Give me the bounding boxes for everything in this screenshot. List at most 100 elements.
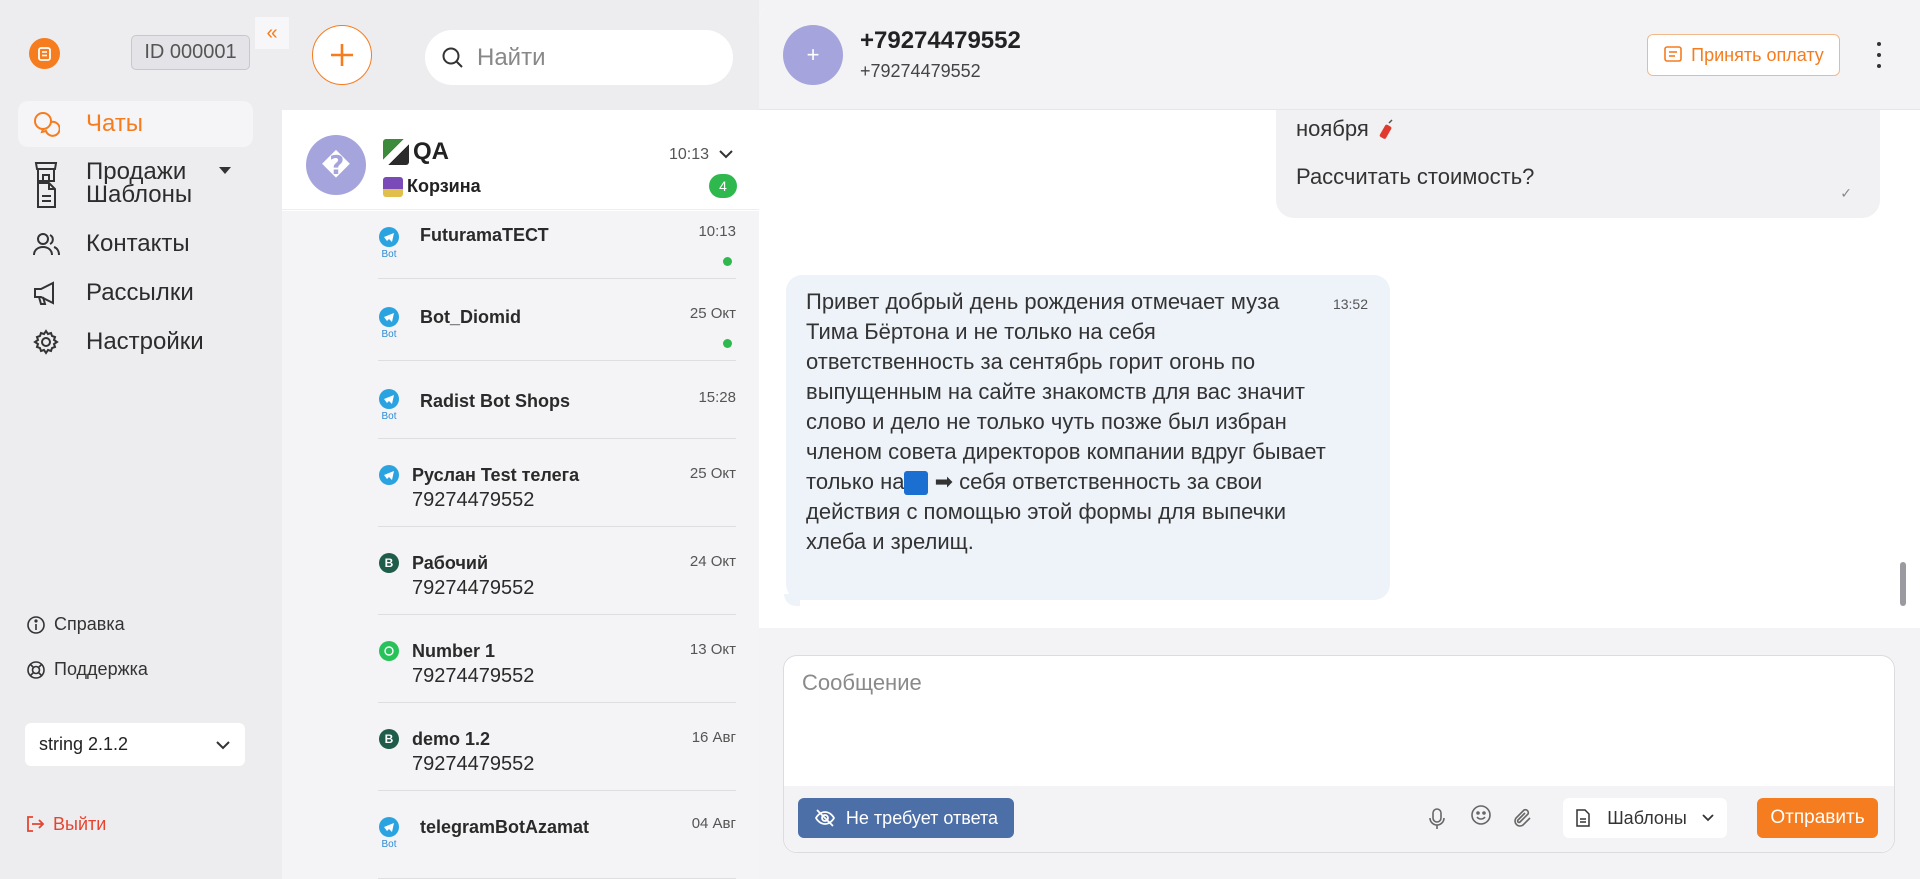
telegram-icon bbox=[379, 227, 399, 247]
sub-chat-list: Bot FuturamaТЕСТ 10:13 Bot Bot_Diomid 25… bbox=[282, 211, 759, 879]
group-time: 10:13 bbox=[668, 146, 709, 163]
nav-item-label: Рассылки bbox=[86, 279, 194, 306]
chat-name: FuturamaТЕСТ bbox=[420, 225, 549, 245]
bot-label: Bot bbox=[381, 329, 397, 340]
chat-time: 25 Окт bbox=[689, 465, 736, 482]
telegram-icon bbox=[379, 389, 399, 409]
chat-group-header[interactable]: � QA Корзина 10:13 4 bbox=[282, 110, 759, 210]
list-item[interactable]: Bot FuturamaТЕСТ 10:13 bbox=[378, 211, 736, 279]
chat-name: Number 1 bbox=[412, 641, 496, 661]
nav-item-mailings[interactable]: Рассылки bbox=[18, 270, 253, 316]
document-icon bbox=[1575, 809, 1593, 827]
list-item[interactable]: Bot telegramBotAzamat 04 Авг bbox=[378, 791, 736, 879]
search-input[interactable] bbox=[477, 43, 697, 72]
chat-phone: 79274479552 bbox=[412, 489, 535, 511]
logout-button[interactable]: Выйти bbox=[25, 813, 106, 835]
sidebar: ID 000001 Чаты Продажи Шаблоны Контакты … bbox=[0, 0, 282, 879]
users-icon bbox=[30, 228, 62, 260]
search-icon bbox=[441, 46, 465, 70]
version-select[interactable]: string 2.1.2 bbox=[25, 723, 245, 766]
no-reply-label: Не требует ответа bbox=[845, 807, 999, 828]
message-text: ноября bbox=[1296, 116, 1369, 141]
search-box[interactable] bbox=[425, 30, 733, 85]
nav-item-settings[interactable]: Настройки bbox=[18, 319, 253, 365]
list-item[interactable]: Руслан Test телега 79274479552 25 Окт bbox=[378, 439, 736, 527]
online-indicator bbox=[723, 257, 732, 266]
chat-time: 24 Окт bbox=[689, 553, 736, 570]
accept-payment-button[interactable]: Принять оплату bbox=[1647, 34, 1840, 76]
app-logo[interactable] bbox=[29, 38, 60, 69]
chat-name: demo 1.2 bbox=[412, 729, 491, 749]
arrow-emoji-icon bbox=[904, 471, 929, 496]
help-label: Справка bbox=[54, 614, 125, 634]
nav-item-templates[interactable]: Шаблоны bbox=[18, 172, 253, 218]
telegram-icon bbox=[379, 817, 399, 837]
templates-label: Шаблоны bbox=[1607, 807, 1687, 828]
more-options-icon[interactable] bbox=[1873, 40, 1885, 70]
message-text: Рассчитать стоимость? bbox=[1296, 164, 1535, 189]
chat-name: Рабочий bbox=[412, 553, 489, 573]
list-item[interactable]: Bot Radist Bot Shops 15:28 bbox=[378, 361, 736, 439]
outgoing-message: ноября Рассчитать стоимость? ✓ bbox=[1276, 110, 1880, 218]
message-line: ноября bbox=[1296, 114, 1860, 144]
chat-time: 13 Окт bbox=[689, 641, 736, 658]
megaphone-icon bbox=[30, 277, 62, 309]
gear-icon bbox=[30, 326, 62, 358]
chat-name: Radist Bot Shops bbox=[420, 391, 571, 411]
group-title: QA bbox=[383, 138, 449, 166]
group-emoji-icon bbox=[383, 139, 409, 165]
chat-pane: + +79274479552 +79274479552 Принять опла… bbox=[759, 0, 1920, 879]
chat-name: Bot_Diomid bbox=[420, 307, 521, 327]
chat-time: 15:28 bbox=[698, 389, 736, 406]
messenger-badge: Bot bbox=[378, 307, 400, 340]
chat-name: Руслан Test телега bbox=[412, 465, 580, 485]
firecracker-emoji-icon bbox=[1375, 119, 1397, 141]
group-subtitle: Корзина bbox=[383, 176, 481, 197]
messenger-badge: Bot bbox=[378, 389, 400, 422]
chat-phone: 79274479552 bbox=[412, 665, 535, 687]
chat-phone: 79274479552 bbox=[412, 753, 535, 775]
microphone-icon[interactable] bbox=[1424, 806, 1450, 832]
nav-item-chats[interactable]: Чаты bbox=[18, 101, 253, 147]
group-title-text: QA bbox=[413, 138, 449, 165]
list-item[interactable]: Number 1 79274479552 13 Окт bbox=[378, 615, 736, 703]
chat-phone: 79274479552 bbox=[412, 577, 535, 599]
receipt-icon bbox=[1663, 45, 1683, 65]
nav-item-contacts[interactable]: Контакты bbox=[18, 221, 253, 267]
chevron-down-icon bbox=[1702, 814, 1714, 822]
messenger-badge: B bbox=[378, 553, 400, 573]
list-item[interactable]: B Рабочий 79274479552 24 Окт bbox=[378, 527, 736, 615]
emoji-icon[interactable] bbox=[1468, 802, 1494, 828]
message-composer: Не требует ответа Шаблоны Отправить bbox=[783, 655, 1895, 853]
new-chat-button[interactable] bbox=[312, 25, 372, 85]
list-item[interactable]: Bot Bot_Diomid 25 Окт bbox=[378, 279, 736, 361]
nav-item-label: Шаблоны bbox=[86, 181, 193, 208]
message-body: Привет добрый день рождения отмечает муз… bbox=[806, 287, 1326, 557]
telegram-icon bbox=[379, 307, 399, 327]
chat-time: 10:13 bbox=[698, 223, 736, 240]
messenger-badge bbox=[378, 465, 400, 485]
no-reply-needed-button[interactable]: Не требует ответа bbox=[798, 798, 1014, 838]
info-icon bbox=[26, 615, 46, 635]
lifebuoy-icon bbox=[26, 660, 46, 680]
templates-dropdown[interactable]: Шаблоны bbox=[1563, 798, 1727, 838]
chevron-down-icon[interactable] bbox=[717, 145, 735, 163]
incoming-message: 13:52 Привет добрый день рождения отмеча… bbox=[784, 275, 1390, 606]
collapse-sidebar-button[interactable]: « bbox=[255, 17, 289, 49]
message-text: Привет добрый день рождения отмечает муз… bbox=[806, 289, 1326, 494]
nav-item-label: Чаты bbox=[86, 110, 144, 137]
vk-icon: B bbox=[379, 553, 399, 573]
bubble-tail bbox=[784, 594, 800, 606]
messenger-badge: Bot bbox=[378, 817, 400, 850]
scrollbar[interactable] bbox=[1900, 562, 1906, 606]
message-thread: ноября Рассчитать стоимость? ✓ 13:52 При… bbox=[759, 110, 1920, 628]
help-link[interactable]: Справка bbox=[26, 614, 125, 635]
support-link[interactable]: Поддержка bbox=[26, 659, 148, 680]
chat-time: 04 Авг bbox=[691, 815, 736, 832]
send-button[interactable]: Отправить bbox=[1757, 798, 1878, 838]
paperclip-icon[interactable] bbox=[1510, 806, 1536, 832]
list-item[interactable]: B demo 1.2 79274479552 16 Авг bbox=[378, 703, 736, 791]
account-id-badge: ID 000001 bbox=[131, 35, 250, 70]
message-input[interactable] bbox=[802, 670, 1872, 760]
chevron-down-icon bbox=[216, 740, 230, 749]
